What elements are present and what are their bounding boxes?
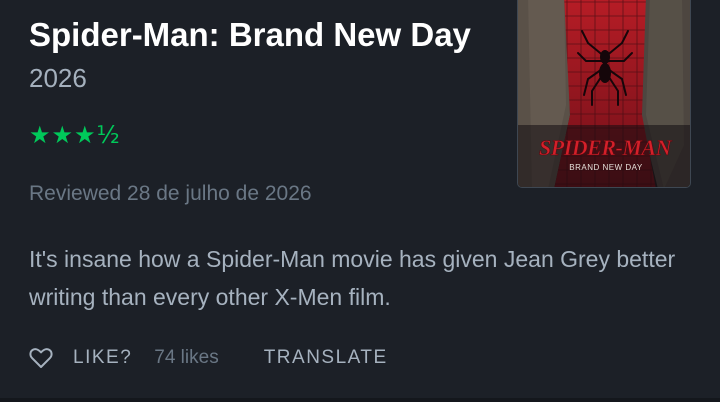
poster-logo: SPIDER-MAN <box>539 135 673 160</box>
film-title-block: Spider-Man: Brand New Day 2026 <box>29 14 499 99</box>
like-button[interactable]: LIKE? <box>73 347 132 369</box>
review-date: Reviewed 28 de julho de 2026 <box>29 182 312 205</box>
review-card: Spider-Man: Brand New Day 2026 ★★★½ Revi… <box>0 0 720 402</box>
film-poster[interactable]: SPIDER-MAN BRAND NEW DAY <box>517 0 691 188</box>
review-text: It's insane how a Spider-Man movie has g… <box>29 246 676 310</box>
film-year[interactable]: 2026 <box>29 63 87 93</box>
translate-button[interactable]: TRANSLATE <box>264 347 388 369</box>
review-actions: LIKE? 74 likes TRANSLATE <box>29 341 388 375</box>
star-rating: ★★★½ <box>29 121 121 149</box>
film-title[interactable]: Spider-Man: Brand New Day <box>29 16 471 53</box>
poster-tagline: BRAND NEW DAY <box>569 163 643 172</box>
heart-outline-icon[interactable] <box>29 347 53 369</box>
divider <box>0 398 720 402</box>
likes-count[interactable]: 74 likes <box>154 347 218 369</box>
